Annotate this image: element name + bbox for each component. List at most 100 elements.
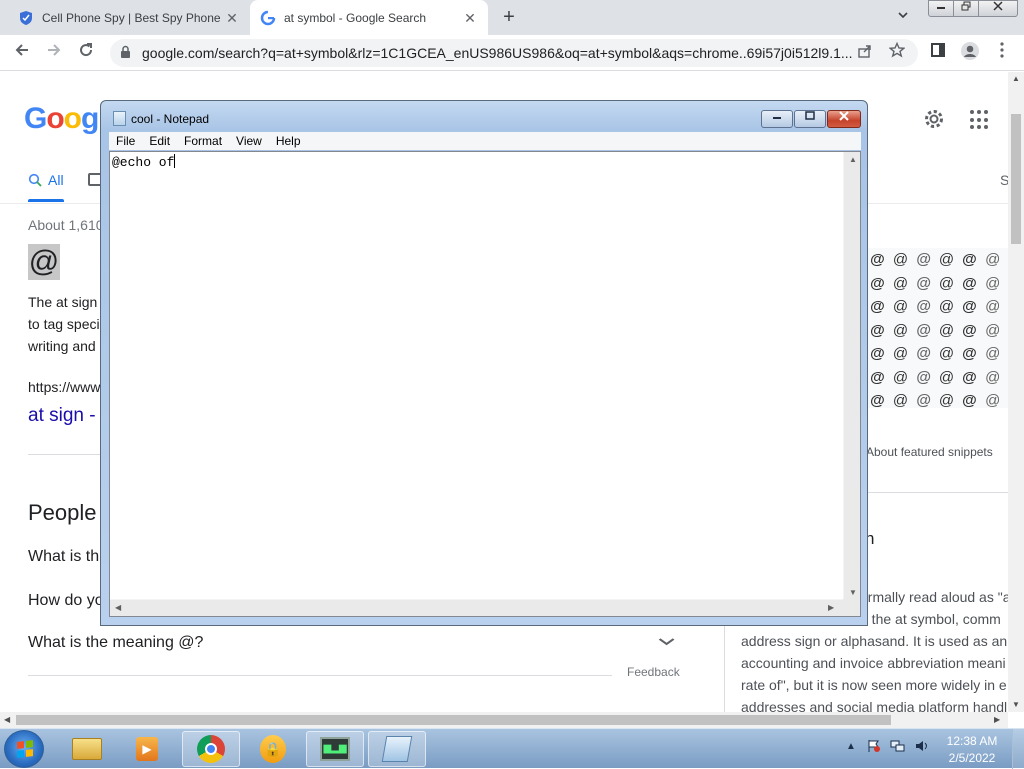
notepad-close-button[interactable] — [827, 110, 861, 128]
scrollbar-thumb[interactable] — [16, 715, 891, 725]
clock-date[interactable]: 2/5/2022 — [942, 751, 1002, 765]
address-bar[interactable]: google.com/search?q=at+symbol&rlz=1C1GCE… — [110, 39, 918, 67]
reload-icon[interactable] — [74, 41, 98, 65]
scroll-up-arrow-icon[interactable]: ▲ — [849, 155, 857, 164]
at-symbol-sample: @ — [870, 251, 885, 269]
at-symbol-sample: @ — [938, 345, 955, 363]
window-minimize-button[interactable] — [928, 0, 954, 17]
about-featured-snippets-link[interactable]: About featured snippets — [866, 445, 993, 459]
window-restore-button[interactable] — [953, 0, 979, 17]
tray-expand-icon[interactable]: ▲ — [846, 741, 856, 752]
resize-grip[interactable] — [843, 599, 860, 616]
action-center-flag-icon[interactable] — [866, 739, 882, 755]
tab-search-chevron-icon[interactable] — [896, 8, 914, 26]
scroll-down-arrow-icon[interactable]: ▼ — [849, 588, 857, 597]
menu-view[interactable]: View — [229, 134, 269, 148]
notepad-maximize-button[interactable] — [794, 110, 826, 128]
at-symbol-sample: @ — [938, 251, 955, 269]
paa-question[interactable]: What is th — [28, 548, 99, 566]
result-url[interactable]: https://www — [28, 379, 100, 395]
tab-all[interactable]: All — [28, 172, 64, 188]
gear-icon[interactable] — [922, 108, 946, 132]
profile-avatar-icon[interactable] — [958, 41, 982, 65]
clock-time[interactable]: 12:38 AM — [942, 734, 1002, 748]
knowledge-panel-line: d the at symbol, comm — [860, 611, 1001, 627]
at-symbol-sample: @ — [892, 345, 909, 363]
menu-file[interactable]: File — [109, 134, 142, 148]
result-title-link[interactable]: at sign - — [28, 405, 96, 427]
notepad-title: cool - Notepad — [131, 112, 210, 126]
bookmark-star-icon[interactable] — [886, 41, 908, 64]
forward-arrow-icon[interactable] — [42, 41, 66, 65]
google-logo[interactable]: Googl — [24, 102, 107, 136]
menu-help[interactable]: Help — [269, 134, 308, 148]
scroll-left-arrow-icon[interactable]: ◀ — [4, 715, 10, 724]
scroll-down-arrow-icon[interactable]: ▼ — [1012, 700, 1020, 709]
notepad-vertical-scrollbar[interactable]: ▲ ▼ — [843, 152, 860, 601]
symbol-row: @ @ @ @ @ @ — [866, 319, 1010, 343]
minimize-icon — [773, 117, 781, 119]
at-symbol-sample: @ — [892, 251, 909, 269]
paa-question[interactable]: How do yo — [28, 592, 104, 610]
scroll-right-arrow-icon[interactable]: ▶ — [994, 715, 1000, 724]
feedback-link[interactable]: Feedback — [627, 665, 680, 679]
at-symbol-sample: @ — [892, 298, 909, 316]
at-symbol-sample: @ — [938, 392, 955, 408]
at-symbol-sample: @ — [984, 251, 1001, 269]
minimize-icon — [937, 7, 945, 9]
back-arrow-icon[interactable] — [10, 41, 34, 65]
network-icon[interactable] — [890, 739, 906, 755]
at-symbol-sample: @ — [916, 321, 931, 339]
start-button[interactable] — [4, 730, 44, 768]
tab-google-search[interactable]: at symbol - Google Search ✕ — [250, 0, 488, 35]
menu-format[interactable]: Format — [177, 134, 229, 148]
notepad-text-area[interactable]: @echo of ▲ ▼ ◀ ▶ — [109, 151, 861, 617]
window-close-button[interactable] — [978, 0, 1018, 17]
google-apps-icon[interactable] — [970, 110, 990, 130]
taskbar-security-app[interactable]: 🔒 — [244, 731, 302, 767]
lock-icon[interactable] — [120, 45, 134, 61]
featured-snippet-image[interactable]: @ @ @ @ @ @ @ @ @ @ @ @ @ @ @ @ @ @ @ @ @ @ @ @ @ @ @ @ @ @ @ @ @ @ @ @ @ @ @ @… — [866, 248, 1010, 408]
scrollbar-thumb[interactable] — [1011, 114, 1021, 244]
page-vertical-scrollbar[interactable]: ▲ ▼ — [1008, 72, 1024, 712]
tab-close-icon[interactable]: ✕ — [224, 10, 240, 26]
notepad-titlebar[interactable]: cool - Notepad — [101, 101, 867, 131]
scroll-right-arrow-icon[interactable]: ▶ — [828, 603, 834, 612]
side-panel-icon[interactable] — [926, 41, 950, 65]
volume-icon[interactable] — [914, 739, 930, 755]
maximize-icon — [805, 111, 815, 120]
at-symbol-sample: @ — [870, 321, 885, 339]
page-horizontal-scrollbar[interactable]: ◀ ▶ — [0, 712, 1008, 728]
notepad-window: cool - Notepad File Edit Format View Hel… — [100, 100, 868, 626]
taskbar-chrome[interactable] — [182, 731, 240, 767]
scroll-left-arrow-icon[interactable]: ◀ — [115, 603, 121, 612]
symbol-row: @ @ @ @ @ @ — [866, 389, 1010, 408]
taskbar-explorer[interactable] — [58, 731, 116, 767]
taskbar-task-manager[interactable]: ▆▂▆ — [306, 731, 364, 767]
tab-close-icon[interactable]: ✕ — [462, 10, 478, 26]
at-symbol-sample: @ — [984, 345, 1001, 363]
menu-edit[interactable]: Edit — [142, 134, 177, 148]
new-tab-button[interactable]: + — [498, 6, 520, 28]
at-symbol-sample: @ — [916, 251, 931, 269]
taskbar-media-player[interactable]: ▶ — [118, 731, 176, 767]
logo-letter: o — [63, 102, 82, 135]
menu-kebab-icon[interactable] — [990, 41, 1014, 65]
tab-all-label: All — [48, 172, 64, 188]
notepad-menubar: File Edit Format View Help — [109, 132, 861, 150]
taskbar-notepad[interactable] — [368, 731, 426, 767]
share-icon[interactable] — [854, 42, 876, 64]
at-symbol-sample: @ — [938, 321, 955, 339]
tab-cell-phone-spy[interactable]: Cell Phone Spy | Best Spy Phone ✕ — [8, 0, 250, 35]
at-symbol-sample: @ — [962, 298, 977, 316]
scroll-up-arrow-icon[interactable]: ▲ — [1012, 74, 1020, 83]
chevron-down-icon[interactable] — [657, 634, 679, 650]
notepad-minimize-button[interactable] — [761, 110, 793, 128]
show-desktop-button[interactable] — [1012, 729, 1024, 769]
paa-question[interactable]: What is the meaning @? — [28, 634, 203, 652]
notepad-horizontal-scrollbar[interactable]: ◀ ▶ — [110, 599, 843, 616]
tab-title: Cell Phone Spy | Best Spy Phone — [42, 10, 221, 25]
at-symbol-sample: @ — [984, 321, 1001, 339]
at-symbol-sample: @ — [962, 345, 977, 363]
symbol-row: @ @ @ @ @ @ — [866, 295, 1010, 319]
